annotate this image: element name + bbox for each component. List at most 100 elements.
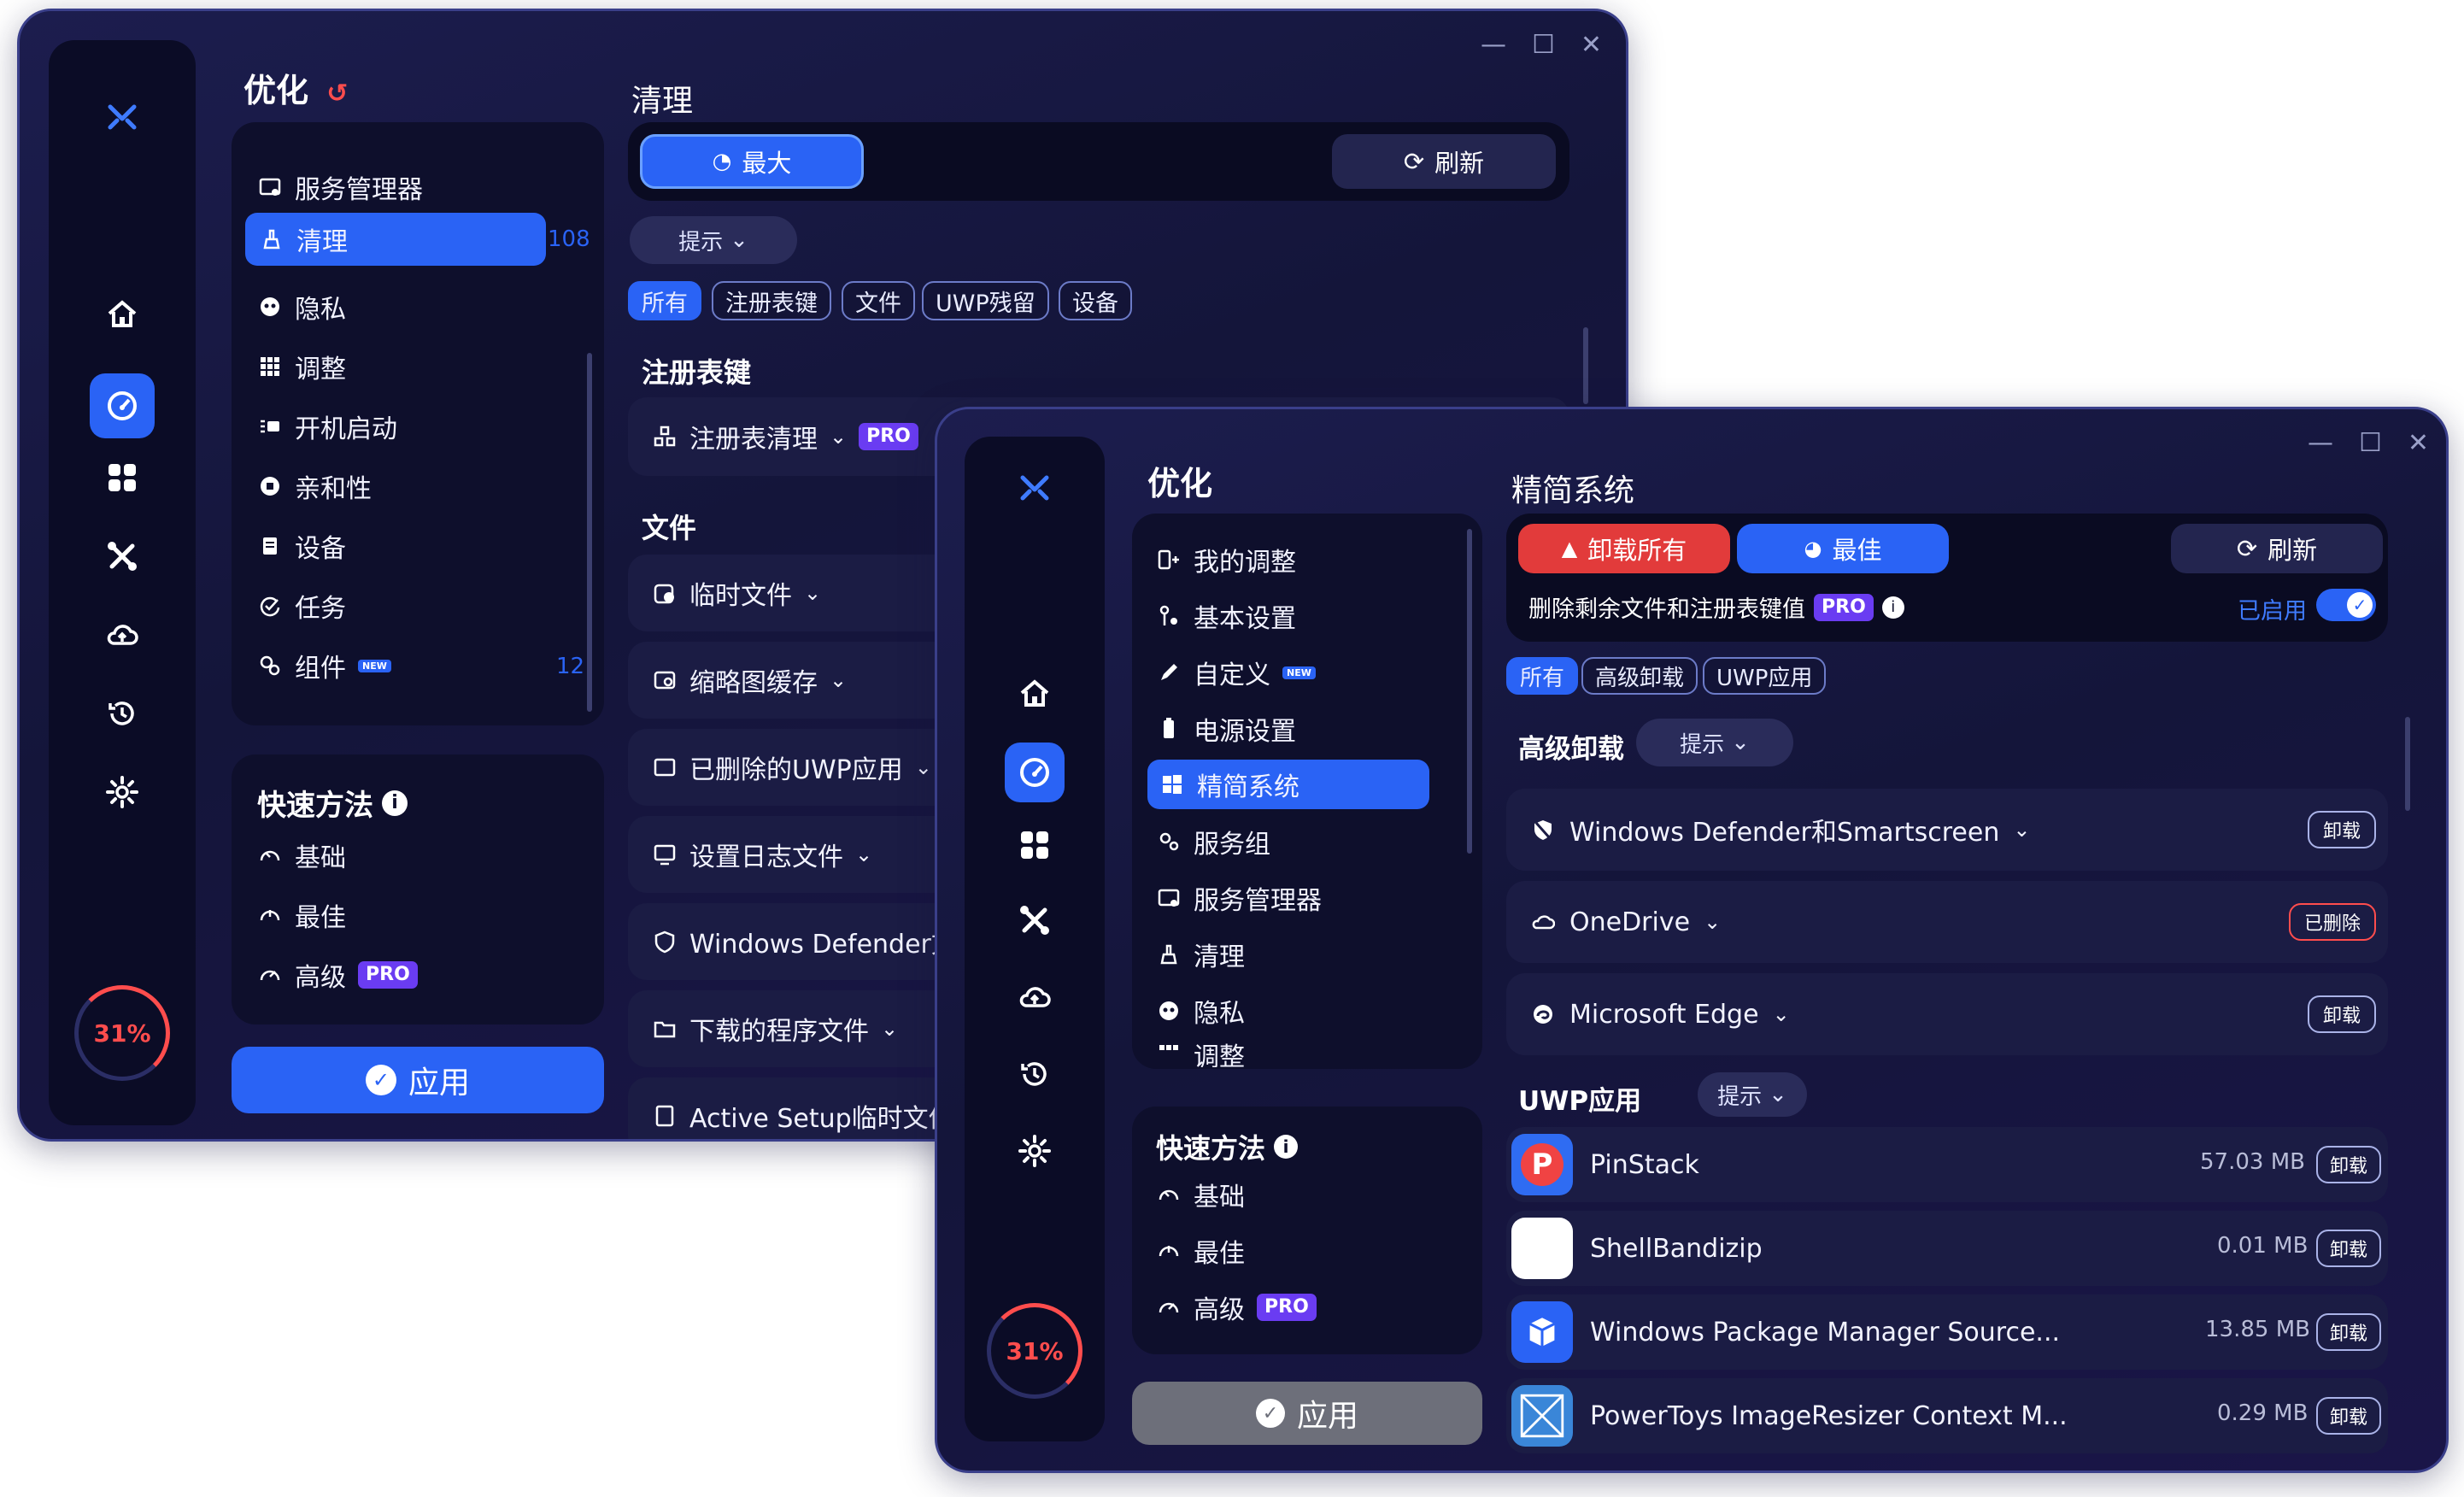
settings-gear-icon[interactable] (965, 1134, 1105, 1168)
uninstall-shellbandizip-button[interactable]: 卸载 (2316, 1230, 2381, 1267)
advanced-row-onedrive[interactable]: OneDrive ⌄ (1506, 881, 2388, 963)
app-name: PowerToys ImageResizer Context M... (1590, 1400, 2068, 1431)
app-logo-icon (49, 100, 196, 134)
nav-item-service-group[interactable]: 服务组 (1156, 819, 1270, 864)
nav-item-task[interactable]: 任务 (257, 582, 346, 630)
quick-advanced[interactable]: 高级 PRO (257, 953, 418, 997)
action-label: 卸载 (2329, 1240, 2367, 1261)
content-scrollbar[interactable] (1583, 327, 1588, 404)
nav-item-debloat[interactable]: 精简系统 (1147, 760, 1429, 809)
enabled-status: 已启用 (2238, 598, 2307, 625)
cloud-upload-icon[interactable] (965, 980, 1105, 1014)
advanced-row-defender[interactable]: Windows Defender和Smartscreen ⌄ (1506, 789, 2388, 871)
uninstall-edge-button[interactable]: 卸载 (2308, 995, 2376, 1033)
apply-button[interactable]: ✓ 应用 (232, 1047, 604, 1113)
nav-item-tweak[interactable]: 调整 (1156, 1042, 1245, 1067)
nav-item-component[interactable]: 组件 NEW (257, 642, 391, 690)
hint-button[interactable]: 提示 ⌄ (1636, 719, 1793, 766)
uninstall-all-button[interactable]: ▲ 卸载所有 (1518, 524, 1730, 573)
advanced-row-edge[interactable]: Microsoft Edge ⌄ (1506, 973, 2388, 1055)
registry-icon (652, 424, 678, 449)
settings-gear-icon[interactable] (49, 775, 196, 809)
chip-all[interactable]: 所有 (628, 281, 701, 320)
chip-registry[interactable]: 注册表键 (712, 281, 831, 320)
chip-advanced-uninstall[interactable]: 高级卸载 (1581, 657, 1698, 695)
warning-icon: ▲ (1561, 537, 1578, 561)
nav-item-clean[interactable]: 清理 (245, 213, 546, 266)
info-icon[interactable]: i (382, 790, 408, 816)
nav-item-power[interactable]: 电源设置 (1156, 707, 1296, 751)
refresh-button[interactable]: ⟳ 刷新 (1332, 134, 1556, 189)
info-icon[interactable]: i (1274, 1135, 1299, 1159)
quick-best[interactable]: 最佳 (257, 893, 346, 937)
history-icon[interactable] (49, 696, 196, 731)
grid-icon (257, 354, 283, 379)
panel-title: 清理 (631, 84, 694, 119)
nav-item-startup[interactable]: 开机启动 (257, 402, 397, 450)
nav-item-custom[interactable]: 自定义 NEW (1156, 650, 1316, 695)
hint-button[interactable]: 提示 ⌄ (630, 216, 797, 264)
nav-scrollbar[interactable] (587, 353, 592, 712)
uninstall-package-manager-button[interactable]: 卸载 (2316, 1313, 2381, 1351)
action-label: 卸载 (2322, 821, 2361, 842)
cloud-upload-icon[interactable] (49, 618, 196, 652)
home-icon[interactable] (965, 676, 1105, 710)
optimize-nav[interactable] (49, 373, 196, 438)
refresh-button[interactable]: ⟳ 刷新 (2171, 524, 2383, 573)
minimize-icon[interactable]: — (1481, 30, 1506, 60)
chip-label: 高级卸载 (1595, 665, 1685, 691)
minimize-icon[interactable]: — (2308, 428, 2333, 458)
chip-uwp[interactable]: UWP残留 (922, 281, 1049, 320)
leftovers-toggle[interactable]: ✓ (2316, 589, 2376, 621)
uninstall-pinstack-button[interactable]: 卸载 (2316, 1146, 2381, 1183)
maximize-icon[interactable]: ☐ (2359, 428, 2382, 458)
uninstall-powertoys-button[interactable]: 卸载 (2316, 1397, 2381, 1435)
optimize-nav[interactable] (965, 743, 1105, 802)
chip-files[interactable]: 文件 (842, 281, 915, 320)
info-icon[interactable]: i (1881, 596, 1904, 619)
history-icon[interactable] (965, 1057, 1105, 1091)
nav-item-basic-settings[interactable]: 基本设置 (1156, 594, 1296, 638)
quick-advanced[interactable]: 高级 PRO (1156, 1286, 1317, 1329)
best-button[interactable]: ◕ 最佳 (1737, 524, 1949, 573)
reset-icon[interactable]: ↺ (326, 79, 348, 109)
nav-item-service-manager[interactable]: 服务管理器 (257, 163, 582, 211)
home-icon[interactable] (49, 296, 196, 331)
nav-item-tweak[interactable]: 调整 (257, 343, 346, 390)
file-icon (652, 1103, 678, 1129)
quick-best[interactable]: 最佳 (1156, 1230, 1245, 1272)
nav-item-privacy[interactable]: 隐私 (1156, 989, 1245, 1033)
nav-item-label: 电源设置 (1194, 717, 1296, 747)
apply-button[interactable]: ✓ 应用 (1132, 1382, 1482, 1445)
quick-basic[interactable]: 基础 (257, 833, 346, 878)
nav-item-device[interactable]: 设备 (257, 522, 346, 570)
nav-scrollbar[interactable] (1467, 529, 1472, 854)
shellbandizip-app-icon (1511, 1218, 1573, 1279)
close-icon[interactable]: ✕ (2408, 428, 2429, 458)
affinity-icon (257, 473, 283, 499)
nav-item-service-manager[interactable]: 服务管理器 (1156, 876, 1322, 920)
content-scrollbar[interactable] (2405, 717, 2410, 811)
chevron-down-icon: ⌄ (1731, 730, 1750, 755)
nav-item-clean[interactable]: 清理 (1156, 932, 1245, 977)
tools-icon[interactable] (49, 539, 196, 573)
apps-grid-icon[interactable] (965, 828, 1105, 862)
chip-device[interactable]: 设备 (1059, 281, 1132, 320)
apps-grid-icon[interactable] (49, 461, 196, 495)
chevron-down-icon: ⌄ (730, 227, 748, 253)
nav-item-affinity[interactable]: 亲和性 (257, 462, 372, 510)
chip-all[interactable]: 所有 (1506, 657, 1579, 695)
maximize-icon[interactable]: ☐ (1532, 30, 1555, 60)
gauge-high-icon (1156, 1294, 1182, 1320)
chip-uwp-apps[interactable]: UWP应用 (1703, 657, 1827, 695)
close-icon[interactable]: ✕ (1581, 30, 1602, 60)
pro-badge: PRO (1257, 1294, 1317, 1321)
nav-item-privacy[interactable]: 隐私 (257, 283, 346, 331)
max-button[interactable]: ◔ 最大 (640, 134, 864, 189)
progress-value: 31% (1006, 1336, 1064, 1365)
quick-basic[interactable]: 基础 (1156, 1173, 1245, 1216)
nav-item-my-tweaks[interactable]: 我的调整 (1156, 537, 1296, 582)
uninstall-defender-button[interactable]: 卸载 (2308, 811, 2376, 848)
uwp-hint-button[interactable]: 提示 ⌄ (1698, 1072, 1807, 1117)
tools-icon[interactable] (965, 903, 1105, 937)
